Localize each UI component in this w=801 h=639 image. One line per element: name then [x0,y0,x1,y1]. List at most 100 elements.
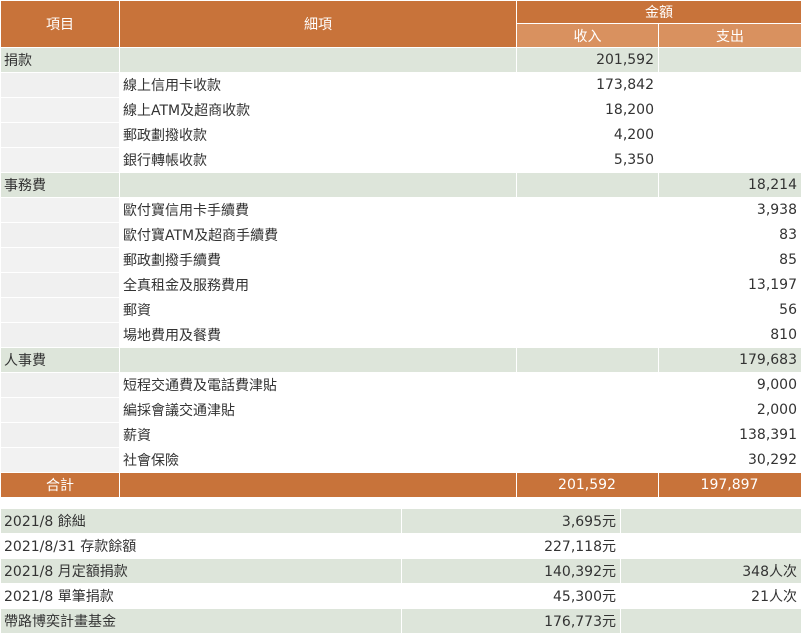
row-expense: 18,214 [658,172,801,198]
table-gap [0,498,801,508]
row-income: 5,350 [516,147,659,173]
summary-extra [620,608,801,634]
row-expense [658,47,801,73]
table-row: 歐付寶ATM及超商手續費 83 [0,222,801,248]
row-income [516,222,659,248]
row-detail: 全真租金及服務費用 [119,272,517,298]
row-expense [658,97,801,123]
row-detail: 線上ATM及超商收款 [119,97,517,123]
row-income: 201,592 [516,47,659,73]
row-detail: 歐付寶ATM及超商手續費 [119,222,517,248]
summary-extra: 21人次 [620,583,801,609]
summary-value: 45,300元 [401,583,621,609]
row-detail: 歐付寶信用卡手續費 [119,197,517,223]
row-expense: 179,683 [658,347,801,373]
header-amount: 金額 [516,0,801,24]
summary-extra [620,533,801,559]
row-income [516,197,659,223]
table-row: 郵政劃撥收款 4,200 [0,122,801,148]
table-row: 場地費用及餐費 810 [0,322,801,348]
row-expense [658,122,801,148]
row-item [0,447,120,473]
row-expense: 83 [658,222,801,248]
row-item [0,72,120,98]
summary-row: 2021/8 單筆捐款 45,300元 21人次 [0,583,801,609]
summary-value: 140,392元 [401,558,621,584]
row-expense: 56 [658,297,801,323]
table-row: 社會保險 30,292 [0,447,801,473]
summary-label: 2021/8 餘絀 [0,508,402,534]
row-expense [658,147,801,173]
row-income [516,322,659,348]
table-row: 短程交通費及電話費津貼 9,000 [0,372,801,398]
summary-row: 2021/8 月定額捐款 140,392元 348人次 [0,558,801,584]
row-income [516,272,659,298]
row-income [516,422,659,448]
row-item: 捐款 [0,47,120,73]
row-item [0,222,120,248]
category-row: 人事費 179,683 [0,347,801,373]
summary-label: 帶路博奕計畫基金 [0,608,402,634]
row-item [0,322,120,348]
summary-row: 2021/8/31 存款餘額 227,118元 [0,533,801,559]
row-detail: 銀行轉帳收款 [119,147,517,173]
summary-table: 2021/8 餘絀 3,695元 2021/8/31 存款餘額 227,118元 202… [0,508,801,634]
row-expense: 30,292 [658,447,801,473]
row-item [0,122,120,148]
table-row: 歐付寶信用卡手續費 3,938 [0,197,801,223]
summary-row: 帶路博奕計畫基金 176,773元 [0,608,801,634]
summary-value: 176,773元 [401,608,621,634]
total-income: 201,592 [516,472,659,498]
summary-label: 2021/8 月定額捐款 [0,558,402,584]
row-detail [119,172,517,198]
row-income [516,447,659,473]
row-detail: 場地費用及餐費 [119,322,517,348]
row-item [0,272,120,298]
summary-row: 2021/8 餘絀 3,695元 [0,508,801,534]
table-row: 郵資 56 [0,297,801,323]
row-expense: 13,197 [658,272,801,298]
table-row: 銀行轉帳收款 5,350 [0,147,801,173]
total-label: 合計 [0,472,120,498]
row-item [0,422,120,448]
row-detail [119,47,517,73]
header-expense: 支出 [658,23,801,48]
row-item: 事務費 [0,172,120,198]
row-item [0,97,120,123]
row-income: 4,200 [516,122,659,148]
summary-extra: 348人次 [620,558,801,584]
row-detail: 社會保險 [119,447,517,473]
row-expense [658,72,801,98]
table-row: 薪資 138,391 [0,422,801,448]
row-expense: 3,938 [658,197,801,223]
row-item [0,247,120,273]
row-income [516,347,659,373]
row-detail [119,347,517,373]
row-detail: 郵政劃撥收款 [119,122,517,148]
table-row: 線上信用卡收款 173,842 [0,72,801,98]
row-item [0,397,120,423]
header-detail: 細項 [119,0,517,48]
summary-label: 2021/8/31 存款餘額 [0,533,402,559]
row-item [0,197,120,223]
income-expense-table: 項目 細項 金額 收入 支出 捐款 201,592 線上信用卡收款 173,842 線上… [0,0,801,498]
table-row: 郵政劃撥手續費 85 [0,247,801,273]
table-row: 線上ATM及超商收款 18,200 [0,97,801,123]
row-income [516,397,659,423]
row-detail: 郵資 [119,297,517,323]
total-detail [119,472,517,498]
total-expense: 197,897 [658,472,801,498]
row-expense: 138,391 [658,422,801,448]
row-item: 人事費 [0,347,120,373]
row-expense: 85 [658,247,801,273]
summary-value: 227,118元 [401,533,621,559]
row-expense: 810 [658,322,801,348]
summary-extra [620,508,801,534]
total-row: 合計 201,592 197,897 [0,472,801,498]
summary-value: 3,695元 [401,508,621,534]
row-detail: 郵政劃撥手續費 [119,247,517,273]
row-detail: 薪資 [119,422,517,448]
row-income [516,172,659,198]
row-income [516,372,659,398]
summary-label: 2021/8 單筆捐款 [0,583,402,609]
